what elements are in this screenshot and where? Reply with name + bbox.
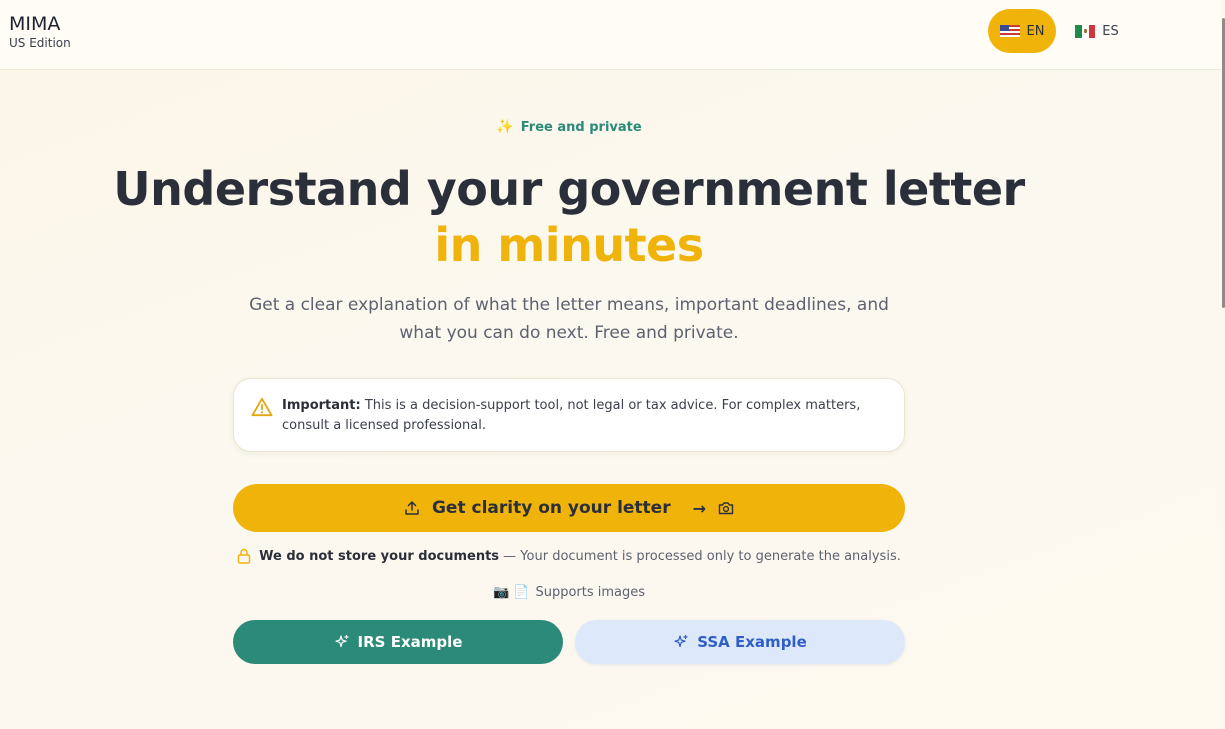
language-es-button[interactable]: ES <box>1068 9 1126 53</box>
get-clarity-label: Get clarity on your letter <box>431 498 671 518</box>
scrollbar[interactable] <box>1221 0 1225 729</box>
disclaimer-body: This is a decision-support tool, not leg… <box>282 398 861 433</box>
us-flag-icon <box>999 25 1020 37</box>
upload-icon <box>405 501 419 515</box>
disclaimer-label: Important: <box>282 398 361 413</box>
privacy-text: We do not store your documents — Your do… <box>259 549 901 564</box>
mexico-flag-icon <box>1075 24 1096 38</box>
privacy-bold: We do not store your documents <box>259 548 500 564</box>
hero-subtitle: Get a clear explanation of what the lett… <box>249 295 889 343</box>
disclaimer-card: Important: This is a decision-support to… <box>233 378 905 452</box>
privacy-body: — Your document is processed only to gen… <box>499 548 901 564</box>
arrow-right-icon: → <box>692 498 707 518</box>
language-es-label: ES <box>1102 23 1119 39</box>
get-clarity-button[interactable]: Get clarity on your letter → <box>233 484 905 532</box>
language-en-button[interactable]: EN <box>988 9 1056 53</box>
tagline-text: Free and private <box>520 119 642 135</box>
warning-icon <box>251 397 273 417</box>
camera-icon <box>718 502 734 515</box>
sparkles-icon: ✨ <box>496 119 514 135</box>
sparkles-icon <box>334 634 349 648</box>
irs-example-label: IRS Example <box>357 633 463 651</box>
top-header: MIMA US Edition EN ES <box>0 0 1221 70</box>
irs-example-button[interactable]: IRS Example <box>233 620 563 664</box>
language-en-label: EN <box>1026 23 1045 39</box>
ssa-example-label: SSA Example <box>697 633 807 651</box>
sparkles-icon <box>674 634 688 648</box>
disclaimer-text: Important: This is a decision-support to… <box>282 396 892 436</box>
camera-document-icons: 📷 📄 <box>492 585 530 600</box>
supports-text: Supports images <box>535 585 646 600</box>
page-title-accent: in minutes <box>434 218 704 272</box>
page-title: Understand your government letter <box>113 162 1025 216</box>
tagline: ✨ Free and private <box>0 119 1138 135</box>
supports-note: 📷 📄 Supports images <box>0 585 1138 600</box>
page: MIMA US Edition EN ES ✨ Free and private… <box>0 0 1225 729</box>
brand-title: MIMA <box>9 13 61 35</box>
privacy-note: We do not store your documents — Your do… <box>0 548 1138 564</box>
brand-subtitle: US Edition <box>9 36 71 50</box>
brand[interactable]: MIMA US Edition <box>9 12 71 51</box>
ssa-example-button[interactable]: SSA Example <box>575 620 905 664</box>
lock-icon <box>237 548 251 564</box>
